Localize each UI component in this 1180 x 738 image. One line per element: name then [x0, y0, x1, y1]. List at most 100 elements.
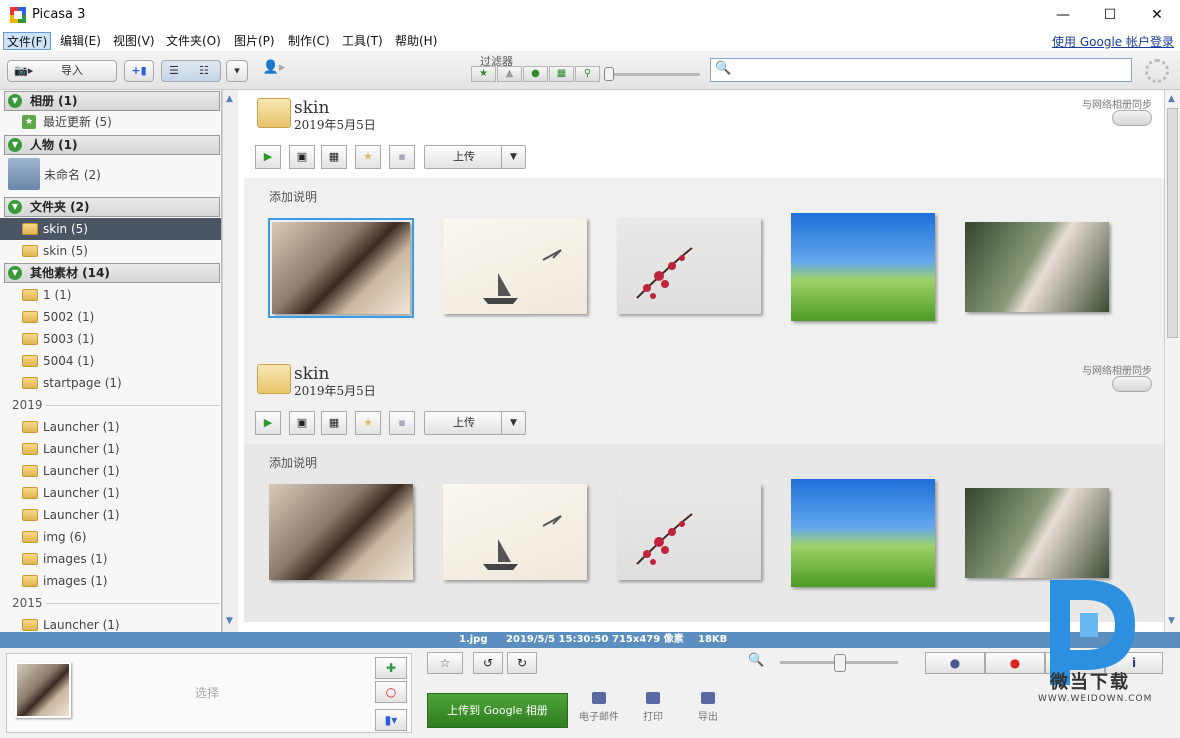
- photo-thumbnail[interactable]: [617, 484, 761, 580]
- slideshow-button[interactable]: ▶: [255, 145, 281, 169]
- movie-button[interactable]: ▦: [321, 411, 347, 435]
- star-button[interactable]: ☆: [427, 652, 463, 674]
- photo-thumbnail[interactable]: [965, 222, 1109, 312]
- collapse-icon[interactable]: ▼: [8, 266, 22, 280]
- menu-file[interactable]: 文件(F): [3, 32, 52, 50]
- save-button[interactable]: ▪: [389, 411, 415, 435]
- sidebar-scrollbar[interactable]: ▲ ▼: [222, 90, 238, 632]
- sync-toggle[interactable]: [1112, 110, 1152, 126]
- menu-tools[interactable]: 工具(T): [339, 32, 386, 50]
- scroll-up-icon[interactable]: ▲: [226, 94, 233, 104]
- upload-to-google-button[interactable]: 上传到 Google 相册: [427, 693, 568, 728]
- collage-button[interactable]: ▣: [289, 145, 315, 169]
- menu-view[interactable]: 视图(V): [110, 32, 158, 50]
- album-title[interactable]: skin: [294, 364, 329, 384]
- collapse-icon[interactable]: ▼: [8, 200, 22, 214]
- photo-thumbnail[interactable]: [965, 488, 1109, 578]
- main-scrollbar[interactable]: ▲ ▼: [1164, 90, 1180, 632]
- close-button[interactable]: ✕: [1134, 0, 1180, 30]
- album-title[interactable]: skin: [294, 98, 329, 118]
- star-button[interactable]: ★: [355, 145, 381, 169]
- group-albums[interactable]: ▼ 相册 (1): [4, 91, 220, 111]
- scroll-down-icon[interactable]: ▼: [1168, 616, 1175, 626]
- chevron-down-icon[interactable]: ▼: [501, 412, 525, 434]
- tree-view-icon[interactable]: ☷: [199, 61, 209, 81]
- collage-button[interactable]: ▣: [289, 411, 315, 435]
- avatar[interactable]: [8, 158, 40, 190]
- movie-button[interactable]: ▦: [321, 145, 347, 169]
- collapse-icon[interactable]: ▼: [8, 94, 22, 108]
- tray-thumbnail[interactable]: [15, 662, 71, 718]
- star-button[interactable]: ★: [355, 411, 381, 435]
- chevron-down-icon[interactable]: ▼: [501, 146, 525, 168]
- filter-date-slider-track[interactable]: [608, 73, 700, 76]
- slideshow-button[interactable]: ▶: [255, 411, 281, 435]
- sidebar-item-folder[interactable]: Launcher (1): [22, 504, 120, 526]
- people-tag-icon[interactable]: 👤▸: [256, 60, 292, 82]
- sidebar-item-folder[interactable]: Launcher (1): [22, 460, 120, 482]
- print-button[interactable]: 打印: [628, 692, 678, 723]
- filter-date-slider-handle[interactable]: [604, 67, 614, 81]
- filter-faces-button[interactable]: ●: [523, 66, 548, 82]
- email-button[interactable]: 电子邮件: [574, 692, 624, 723]
- sidebar-item-skin[interactable]: skin (5): [22, 240, 88, 262]
- photo-thumbnail[interactable]: [443, 218, 587, 314]
- photo-thumbnail[interactable]: [268, 218, 414, 318]
- sidebar-item-folder[interactable]: images (1): [22, 548, 107, 570]
- people-panel-button[interactable]: ●: [925, 652, 985, 674]
- rotate-right-button[interactable]: ↻: [507, 652, 537, 674]
- sidebar-item-folder[interactable]: 5003 (1): [22, 328, 94, 350]
- sidebar-item-folder[interactable]: img (6): [22, 526, 86, 548]
- sidebar-item-folder[interactable]: Launcher (1): [22, 416, 120, 438]
- group-other[interactable]: ▼ 其他素材 (14): [4, 263, 220, 283]
- sidebar-item-folder[interactable]: Launcher (1): [22, 482, 120, 504]
- flat-list-view-icon[interactable]: ☰: [169, 61, 179, 81]
- add-caption[interactable]: 添加说明: [269, 454, 317, 471]
- photo-thumbnail[interactable]: [443, 484, 587, 580]
- import-button[interactable]: 📷▸ 导入: [7, 60, 117, 82]
- add-to-button[interactable]: ▮▾: [375, 709, 407, 731]
- collapse-icon[interactable]: ▼: [8, 138, 22, 152]
- upload-button[interactable]: 上传 ▼: [424, 145, 526, 169]
- sidebar-item-skin-selected[interactable]: skin (5): [0, 218, 221, 240]
- save-button[interactable]: ▪: [389, 145, 415, 169]
- minimize-button[interactable]: —: [1040, 0, 1086, 30]
- view-dropdown-button[interactable]: ▾: [226, 60, 248, 82]
- filter-uploaded-button[interactable]: ▲: [497, 66, 522, 82]
- filter-movies-button[interactable]: ▦: [549, 66, 574, 82]
- group-people[interactable]: ▼ 人物 (1): [4, 135, 220, 155]
- menu-picture[interactable]: 图片(P): [231, 32, 278, 50]
- menu-help[interactable]: 帮助(H): [392, 32, 440, 50]
- places-panel-button[interactable]: ●: [985, 652, 1045, 674]
- menu-edit[interactable]: 编辑(E): [57, 32, 104, 50]
- filter-geotagged-button[interactable]: ⚲: [575, 66, 600, 82]
- google-login-link[interactable]: 使用 Google 帐户登录: [1052, 33, 1174, 50]
- sidebar-item-folder[interactable]: Launcher (1): [22, 614, 120, 632]
- sync-toggle[interactable]: [1112, 376, 1152, 392]
- search-input[interactable]: [735, 61, 1127, 79]
- export-button[interactable]: 导出: [683, 692, 733, 723]
- photo-thumbnail[interactable]: [269, 484, 413, 580]
- sidebar-item-folder[interactable]: 5004 (1): [22, 350, 94, 372]
- clear-button[interactable]: ○: [375, 681, 407, 703]
- sidebar-item-folder[interactable]: startpage (1): [22, 372, 122, 394]
- group-folders[interactable]: ▼ 文件夹 (2): [4, 197, 220, 217]
- sidebar-item-folder[interactable]: 5002 (1): [22, 306, 94, 328]
- scroll-down-icon[interactable]: ▼: [226, 616, 233, 626]
- photo-thumbnail[interactable]: [617, 218, 761, 314]
- filter-starred-button[interactable]: ★: [471, 66, 496, 82]
- sidebar-item-unnamed-person[interactable]: 未命名 (2): [44, 164, 101, 186]
- scroll-thumb[interactable]: [1167, 108, 1178, 338]
- sidebar-item-folder[interactable]: 1 (1): [22, 284, 71, 306]
- photo-thumbnail[interactable]: [791, 213, 935, 321]
- maximize-button[interactable]: ☐: [1087, 0, 1133, 30]
- scroll-up-icon[interactable]: ▲: [1168, 94, 1175, 104]
- menu-folder[interactable]: 文件夹(O): [163, 32, 224, 50]
- sidebar-item-folder[interactable]: Launcher (1): [22, 438, 120, 460]
- search-box[interactable]: 🔍: [710, 58, 1132, 82]
- photo-thumbnail[interactable]: [791, 479, 935, 587]
- add-caption[interactable]: 添加说明: [269, 188, 317, 205]
- hold-button[interactable]: ✚: [375, 657, 407, 679]
- sidebar-item-recent[interactable]: ★ 最近更新 (5): [22, 111, 112, 133]
- add-to-album-button[interactable]: +▮: [124, 60, 154, 82]
